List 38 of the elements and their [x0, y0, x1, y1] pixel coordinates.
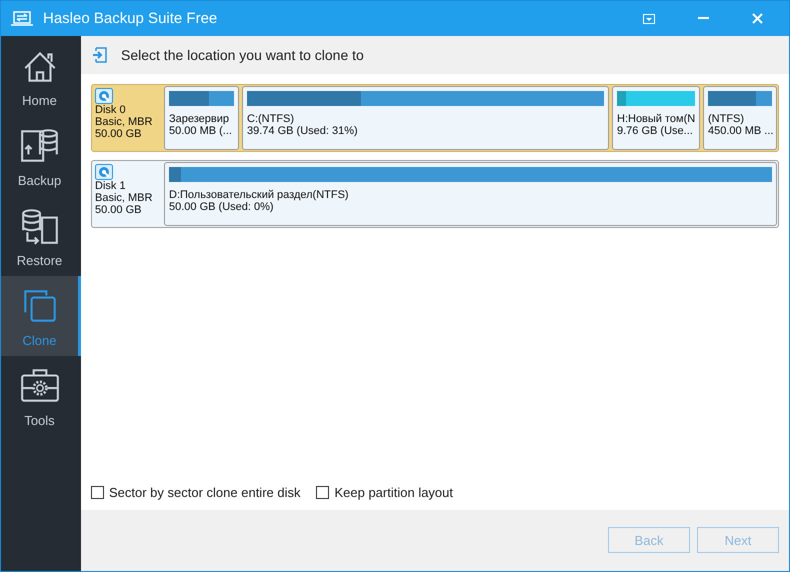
close-icon[interactable]	[752, 13, 762, 24]
partition-detail: 50.00 GB (Used: 0%)	[169, 201, 275, 213]
disk-type: Basic, MBR	[95, 116, 154, 128]
partition-tile[interactable]: H:Новый том(N 9.76 GB (Use...	[612, 86, 700, 150]
sidebar-item[interactable]: Home	[1, 36, 81, 116]
disk-row[interactable]: Disk 0 Basic, MBR 50.00 GB Зарезервир 50.00 MB (... C:(NTFS) 39.74 GB (Used: 31%) H:Новый том(N 9.76 GB (Use... (NTFS) 450.00 MB ...	[91, 84, 779, 152]
partition-tile[interactable]: Зарезервир 50.00 MB (...	[164, 86, 239, 150]
enter-icon	[93, 47, 107, 63]
partition-label: H:Новый том(N	[617, 113, 695, 125]
partition-label: D:Пользовательский раздел(NTFS)	[169, 189, 350, 201]
disk-type: Basic, MBR	[95, 192, 154, 204]
instruction-text: Select the location you want to clone to	[121, 47, 364, 63]
disk-name: Disk 1	[95, 180, 127, 192]
partition-tile[interactable]: D:Пользовательский раздел(NTFS) 50.00 GB (Used: 0%)	[164, 162, 777, 226]
disk-row[interactable]: Disk 1 Basic, MBR 50.00 GB D:Пользовательский раздел(NTFS) 50.00 GB (Used: 0%)	[91, 160, 779, 228]
checkbox-label: Sector by sector clone entire disk	[109, 485, 300, 500]
checkbox[interactable]	[316, 486, 330, 499]
sidebar-item[interactable]: Restore	[1, 196, 81, 276]
checkbox[interactable]	[91, 486, 104, 499]
sidebar-item[interactable]: Tools	[1, 356, 81, 436]
partition-tile[interactable]: C:(NTFS) 39.74 GB (Used: 31%)	[242, 86, 609, 150]
window-title: Hasleo Backup Suite Free	[43, 10, 218, 27]
partition-label: (NTFS)	[708, 113, 746, 125]
partition-detail: 450.00 MB ...	[708, 125, 772, 137]
disk-size: 50.00 GB	[95, 204, 142, 216]
partition-detail: 39.74 GB (Used: 31%)	[247, 125, 359, 137]
partition-tile[interactable]: (NTFS) 450.00 MB ...	[703, 86, 777, 150]
partition-detail: 50.00 MB (...	[169, 125, 233, 137]
partition-label: C:(NTFS)	[247, 113, 296, 125]
minimize-icon[interactable]	[698, 17, 708, 20]
dropdown-icon[interactable]	[643, 14, 655, 24]
checkbox-label: Keep partition layout	[334, 485, 454, 500]
partition-label: Зарезервир	[169, 113, 230, 125]
partition-detail: 9.76 GB (Use...	[617, 125, 694, 137]
disk-name: Disk 0	[95, 104, 127, 116]
clone-app-icon	[11, 10, 33, 26]
disk-size: 50.00 GB	[95, 128, 142, 140]
sidebar-item[interactable]: Backup	[1, 116, 81, 196]
